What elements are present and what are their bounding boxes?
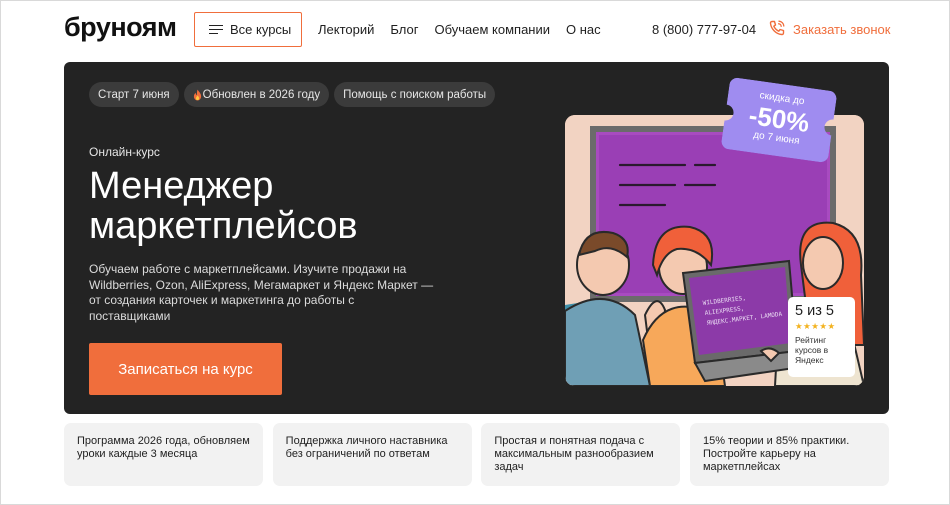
yandex-rating-card: 5 из 5 ★★★★★ Рейтинг курсов в Яндекс xyxy=(788,297,855,377)
rating-stars: ★★★★★ xyxy=(795,321,836,331)
menu-icon xyxy=(209,24,223,35)
site-header: бруноям Все курсы Лекторий Блог Обучаем … xyxy=(0,0,950,60)
tag-updated: Обновлен в 2026 году xyxy=(183,82,330,107)
discount-ticket: скидка до -50% до 7 июня xyxy=(721,77,838,163)
rating-score: 5 из 5 xyxy=(795,303,834,319)
nav-item-corporate[interactable]: Обучаем компании xyxy=(434,22,550,37)
page-title: Менеджер маркетплейсов xyxy=(89,165,358,247)
all-courses-button[interactable]: Все курсы xyxy=(194,12,302,47)
feature-card: Простая и понятная подача с максимальным… xyxy=(481,423,681,486)
nav-item-about[interactable]: О нас xyxy=(566,22,601,37)
all-courses-label: Все курсы xyxy=(230,22,292,37)
hero-banner: Старт 7 июня Обновлен в 2026 году Помощь… xyxy=(64,62,889,414)
hero-tags: Старт 7 июня Обновлен в 2026 году Помощь… xyxy=(89,82,500,107)
nav-item-lectures[interactable]: Лекторий xyxy=(318,22,374,37)
enroll-button[interactable]: Записаться на курс xyxy=(89,343,282,395)
feature-card: Программа 2026 года, обновляем уроки каж… xyxy=(64,423,263,486)
nav-item-blog[interactable]: Блог xyxy=(390,22,418,37)
callback-link[interactable]: Заказать звонок xyxy=(793,22,890,37)
features-row: Программа 2026 года, обновляем уроки каж… xyxy=(64,423,889,486)
tag-start-date: Старт 7 июня xyxy=(89,82,179,107)
phone-call-icon[interactable] xyxy=(768,19,786,37)
tag-updated-label: Обновлен в 2026 году xyxy=(202,88,321,101)
tag-start-date-label: Старт 7 июня xyxy=(98,88,170,101)
course-type: Онлайн-курс xyxy=(89,145,160,159)
course-description: Обучаем работе с маркетплейсами. Изучите… xyxy=(89,262,434,323)
logo[interactable]: бруноям xyxy=(64,12,177,43)
rating-caption: Рейтинг курсов в Яндекс xyxy=(795,335,829,365)
tag-job-help: Помощь с поиском работы xyxy=(334,82,496,107)
main-nav: Лекторий Блог Обучаем компании О нас xyxy=(318,22,617,37)
tag-job-help-label: Помощь с поиском работы xyxy=(343,88,487,101)
fire-icon xyxy=(193,89,201,100)
feature-card: 15% теории и 85% практики. Постройте кар… xyxy=(689,423,889,486)
phone-number[interactable]: 8 (800) 777-97-04 xyxy=(652,22,756,37)
feature-card: Поддержка личного наставника без огранич… xyxy=(272,423,472,486)
